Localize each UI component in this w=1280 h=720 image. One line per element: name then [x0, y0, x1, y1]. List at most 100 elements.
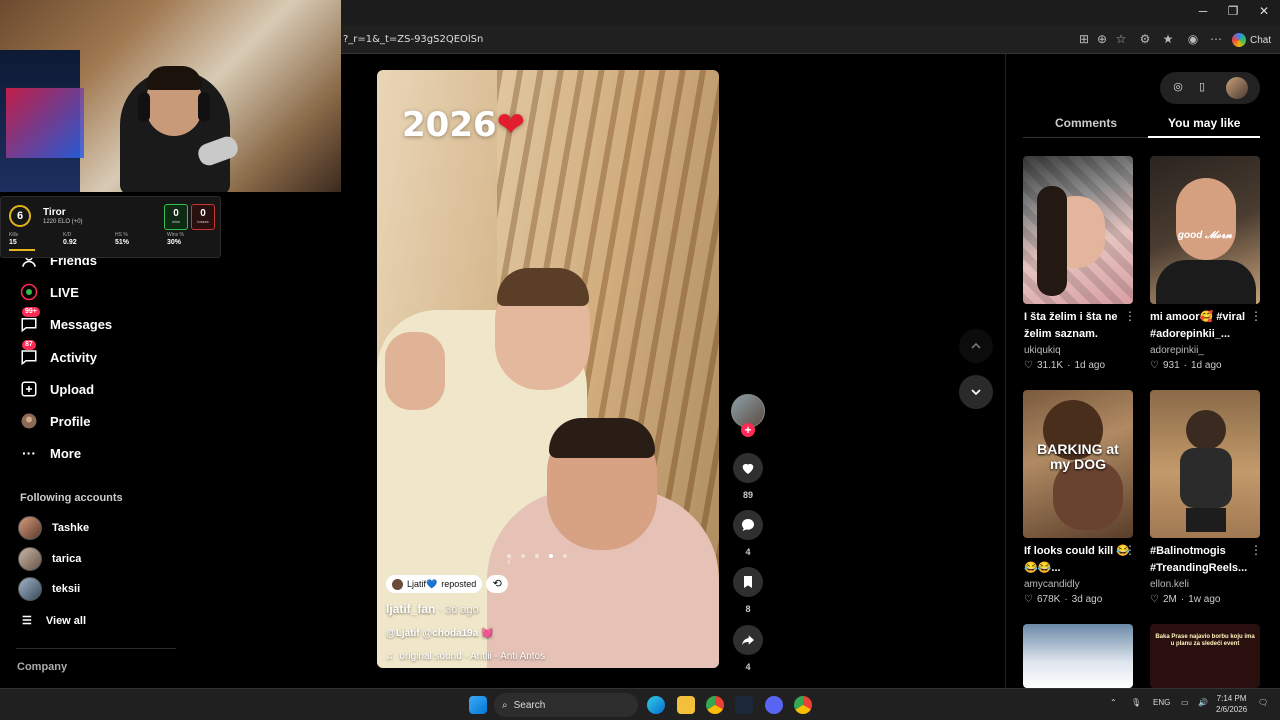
like-count: 678K [1036, 594, 1061, 605]
discord-icon[interactable] [765, 696, 783, 714]
language-indicator[interactable]: ENG [1153, 698, 1170, 707]
view-all-button[interactable]: ☰ View all [22, 614, 86, 628]
like-count: 89 [742, 490, 753, 500]
minimize-icon[interactable]: ─ [1188, 4, 1218, 18]
microphone-icon[interactable]: 🎙 [1131, 698, 1141, 707]
maximize-icon[interactable]: ❐ [1218, 4, 1248, 18]
recommendation-title[interactable]: If looks could kill 😂😂😂... [1024, 543, 1130, 577]
recommendation-thumbnail[interactable] [1023, 156, 1133, 304]
stat-value: 15 [9, 239, 17, 246]
heart-outline-icon: ♡ [1150, 594, 1159, 605]
recommendation-thumbnail[interactable]: BARKING at my DOG [1023, 390, 1133, 538]
carousel-dot-active[interactable] [549, 554, 553, 558]
comment-action[interactable]: 4 [733, 510, 763, 557]
like-action[interactable]: 89 [733, 453, 763, 500]
video-sound[interactable]: ♫ original sound - Antiii - Anti Antos [386, 651, 545, 662]
next-video-button[interactable] [959, 375, 993, 409]
recommendation-title[interactable]: mi amoor🥰 #viral #adorepinkii_... [1150, 309, 1256, 343]
copilot-chat-button[interactable]: Chat [1232, 31, 1271, 49]
profile-extension-icon[interactable]: ◉ [1185, 31, 1201, 47]
compass-icon[interactable]: ◎ [1170, 80, 1186, 96]
sidebar-item-profile[interactable]: Profile [18, 410, 90, 432]
repost-label: reposted [441, 579, 477, 589]
recommendation-thumbnail[interactable] [1023, 624, 1133, 688]
bookmark-icon[interactable] [733, 567, 763, 597]
recommendation-user[interactable]: amycandidly [1024, 579, 1080, 590]
favorite-star-icon[interactable]: ☆ [1113, 31, 1129, 47]
save-action[interactable]: 8 [733, 567, 763, 614]
post-time: 1d ago [1191, 360, 1222, 371]
following-account[interactable]: teksii [18, 577, 80, 601]
carousel-indicator[interactable]: ‹ [507, 554, 567, 568]
carousel-dot[interactable] [521, 554, 525, 558]
sidebar-item-upload[interactable]: Upload [18, 378, 94, 400]
recommendation-stats: ♡ 31.1K · 1d ago [1024, 360, 1105, 371]
zoom-icon[interactable]: ⊕ [1094, 31, 1110, 47]
share-icon[interactable] [733, 625, 763, 655]
following-account[interactable]: tarica [18, 547, 81, 571]
recommendation-user[interactable]: adorepinkii_ [1150, 345, 1204, 356]
volume-icon[interactable]: 🔊 [1198, 698, 1208, 707]
file-explorer-icon[interactable] [677, 696, 695, 714]
chevron-left-icon[interactable]: ‹ [507, 554, 511, 568]
tray-chevron-up-icon[interactable]: ⌃ [1110, 698, 1117, 707]
repost-row: Ljatif💙 reposted ⟲ [386, 575, 509, 593]
carousel-dot[interactable] [535, 554, 539, 558]
recommendation-title[interactable]: #Balinotmogis #TreandingReels... [1150, 543, 1256, 577]
chrome-profile-icon[interactable] [794, 696, 812, 714]
thumbnail-figure-head [1186, 410, 1226, 450]
url-text[interactable]: ?_r=1&_t=ZS-93gS2QEOlSn [343, 34, 483, 45]
following-account[interactable]: Tashke [18, 516, 89, 540]
share-action[interactable]: 4 [733, 625, 763, 672]
more-options-icon[interactable]: ⋮ [1250, 309, 1262, 323]
user-avatar[interactable] [1226, 77, 1248, 99]
video-author[interactable]: ljatif_fan · 3d ago [386, 602, 479, 616]
recommendation-thumbnail[interactable]: good 𝓜𝓸𝓻𝓷 [1150, 156, 1260, 304]
more-options-icon[interactable]: ⋮ [1124, 309, 1136, 323]
network-icon[interactable]: ▭ [1181, 698, 1189, 707]
edge-icon[interactable] [647, 696, 665, 714]
repost-icon[interactable]: ⟲ [486, 575, 509, 593]
recommendation-user[interactable]: ellon.keli [1150, 579, 1189, 590]
account-name: tarica [52, 553, 82, 565]
previous-video-button[interactable] [959, 329, 993, 363]
recommendation-thumbnail[interactable] [1150, 390, 1260, 538]
notification-icon[interactable]: 🗨 [1258, 698, 1268, 707]
more-options-icon[interactable]: ⋮ [1250, 543, 1262, 557]
grid-icon[interactable]: ⊞ [1076, 31, 1092, 47]
favorites-icon[interactable]: ★ [1160, 31, 1176, 47]
recommendation-thumbnail[interactable]: Baka Prase najavio borbu koju ima u plan… [1150, 624, 1260, 688]
recommendation-title[interactable]: I šta želim i šta ne želim saznam. [1024, 309, 1130, 343]
clock-date: 2/6/2026 [1216, 705, 1248, 714]
heart-icon[interactable] [733, 453, 763, 483]
tab-comments[interactable]: Comments [1055, 116, 1117, 130]
tab-you-may-like[interactable]: You may like [1168, 116, 1240, 130]
thumbnail-face [1176, 178, 1236, 260]
webcam-monitor [6, 88, 84, 158]
sidebar-item-more[interactable]: ··· More [18, 442, 81, 464]
taskbar-search[interactable]: ⌕ Search [494, 693, 638, 717]
comment-icon[interactable] [733, 510, 763, 540]
follow-plus-icon[interactable]: + [741, 423, 755, 437]
video-player[interactable]: 2026❤ ‹ Ljatif💙 reposted ⟲ ljatif_fan · … [377, 70, 719, 668]
more-options-icon[interactable]: ⋮ [1124, 543, 1136, 557]
extension-icon[interactable]: ⚙ [1137, 31, 1153, 47]
carousel-dot[interactable] [563, 554, 567, 558]
repost-pill[interactable]: Ljatif💙 reposted [386, 575, 483, 593]
sidebar-item-messages[interactable]: 99+ Messages [18, 307, 112, 335]
recommendation-user[interactable]: ukiqukiq [1024, 345, 1061, 356]
activity-badge: 87 [22, 340, 36, 350]
faceit-stats-widget: 6 Tiror 1220 ELO (+0) Kills 15 K/D 0.92 … [0, 196, 221, 258]
sidebar-item-activity[interactable]: 87 Activity [18, 340, 97, 368]
phone-icon[interactable]: ▯ [1194, 80, 1210, 96]
chrome-icon[interactable] [706, 696, 724, 714]
taskbar-clock[interactable]: 7:14 PM 2/6/2026 [1216, 693, 1247, 715]
repost-user: Ljatif💙 [407, 578, 438, 589]
sidebar-item-live[interactable]: LIVE [18, 281, 79, 303]
close-icon[interactable]: ✕ [1249, 4, 1279, 18]
start-icon[interactable] [469, 696, 487, 714]
menu-dots-icon[interactable]: ⋯ [1208, 31, 1224, 47]
steam-icon[interactable] [735, 696, 753, 714]
company-link[interactable]: Company [17, 661, 67, 673]
author-name: ljatif_fan [386, 602, 436, 616]
